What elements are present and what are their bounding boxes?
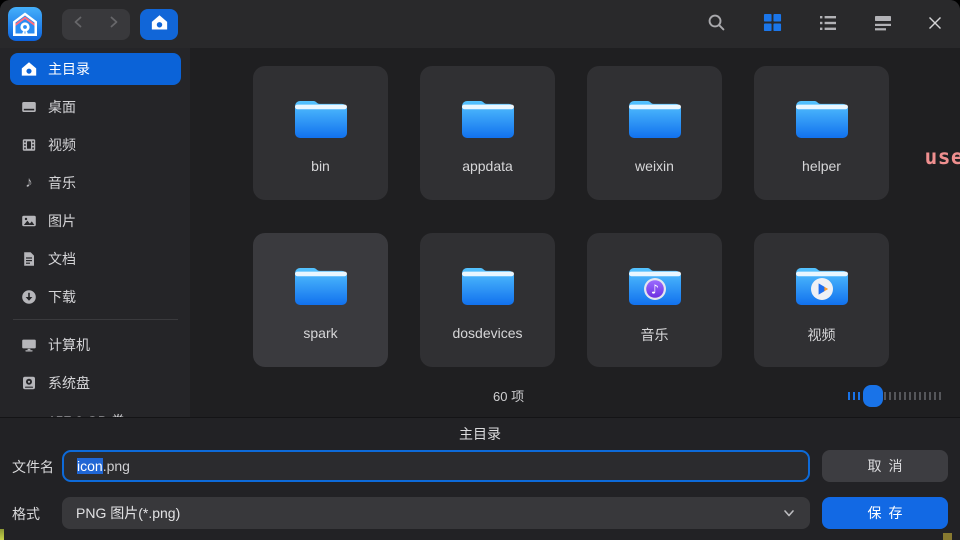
forward-button[interactable]	[96, 9, 130, 40]
folder-name: spark	[303, 325, 337, 341]
home-button[interactable]	[140, 9, 178, 40]
music-note-icon: ♪	[21, 175, 37, 191]
desktop-icon	[21, 99, 37, 115]
folder-name: dosdevices	[452, 325, 522, 341]
home-icon	[21, 61, 37, 77]
folder-name: appdata	[462, 158, 513, 174]
video-folder-icon	[793, 259, 851, 314]
sidebar-item-label: 系统盘	[48, 373, 90, 393]
watermark-text: use	[925, 145, 960, 169]
sidebar-item-label: 桌面	[48, 97, 76, 117]
sidebar-item-music[interactable]: ♪ 音乐	[10, 167, 181, 199]
filename-extension-text: .png	[103, 458, 130, 474]
format-label: 格式	[12, 504, 40, 524]
folder-icon	[459, 92, 517, 147]
search-icon	[706, 12, 727, 38]
sidebar-item-desktop[interactable]: 桌面	[10, 91, 181, 123]
file-save-dialog-window: 主目录 桌面 视频 ♪ 音乐 图片 文档 下载 计算机	[0, 0, 960, 540]
sidebar-item-label: 视频	[48, 135, 76, 155]
filename-selected-text: icon	[77, 458, 103, 474]
filename-input[interactable]: icon.png	[62, 450, 810, 482]
file-manager-logo-icon	[8, 28, 42, 41]
folder-icon	[292, 92, 350, 147]
folder-item-appdata[interactable]: appdata	[420, 66, 555, 200]
sidebar-item-videos[interactable]: 视频	[10, 129, 181, 161]
folder-icon	[459, 259, 517, 314]
folder-icon	[626, 92, 684, 147]
sidebar-item-downloads[interactable]: 下载	[10, 281, 181, 313]
sidebar-item-system-disk[interactable]: 系统盘	[10, 367, 181, 399]
folder-item-videos[interactable]: 视频	[754, 233, 889, 367]
folder-name: bin	[311, 158, 330, 174]
sidebar-separator	[13, 319, 178, 320]
grid-view-button[interactable]	[759, 12, 785, 38]
save-panel: 主目录 文件名 icon.png 取消 格式 PNG 图片(*.png) 保存	[0, 417, 960, 540]
folder-grid: bin appdata weixin helper spark dosdevic…	[253, 66, 889, 367]
sidebar-item-volume[interactable]: 157.0 GB 卷	[10, 405, 181, 417]
search-button[interactable]	[703, 12, 729, 38]
list-view-button[interactable]	[815, 12, 841, 38]
format-value: PNG 图片(*.png)	[76, 503, 180, 523]
folder-item-spark[interactable]: spark	[253, 233, 388, 367]
sidebar-item-label: 下载	[48, 287, 76, 307]
sidebar-item-home[interactable]: 主目录	[10, 53, 181, 85]
folder-item-weixin[interactable]: weixin	[587, 66, 722, 200]
file-browser-view[interactable]: bin appdata weixin helper spark dosdevic…	[190, 48, 960, 417]
chevron-right-icon	[105, 14, 121, 35]
picture-icon	[21, 213, 37, 229]
close-button[interactable]	[922, 12, 948, 38]
icon-size-slider[interactable]	[848, 385, 944, 407]
title-bar[interactable]	[0, 0, 960, 48]
wallpaper-artifact-right	[943, 533, 952, 540]
list-view-icon	[818, 13, 838, 38]
folder-icon	[793, 92, 851, 147]
folder-item-dosdevices[interactable]: dosdevices	[420, 233, 555, 367]
folder-item-bin[interactable]: bin	[253, 66, 388, 200]
cancel-button[interactable]: 取消	[822, 450, 948, 482]
folder-icon	[292, 259, 350, 314]
save-button[interactable]: 保存	[822, 497, 948, 529]
slider-track[interactable]	[884, 392, 942, 400]
sidebar: 主目录 桌面 视频 ♪ 音乐 图片 文档 下载 计算机	[0, 48, 190, 417]
document-icon	[21, 251, 37, 267]
chevron-left-icon	[71, 14, 87, 35]
music-folder-icon	[626, 259, 684, 314]
detail-view-button[interactable]	[870, 12, 896, 38]
sidebar-item-pictures[interactable]: 图片	[10, 205, 181, 237]
detail-view-icon	[873, 13, 893, 38]
computer-icon	[21, 337, 37, 353]
app-menu-button[interactable]	[8, 7, 42, 41]
videos-icon	[21, 137, 37, 153]
sidebar-item-label: 主目录	[48, 59, 90, 79]
home-icon	[151, 14, 168, 36]
chevron-down-icon	[782, 506, 796, 520]
sidebar-item-label: 文档	[48, 249, 76, 269]
slider-track-active[interactable]	[848, 392, 863, 400]
grid-view-icon	[763, 13, 782, 37]
folder-item-music[interactable]: 音乐	[587, 233, 722, 367]
folder-name: 音乐	[641, 325, 669, 345]
folder-name: weixin	[635, 158, 674, 174]
folder-name: helper	[802, 158, 841, 174]
folder-name: 视频	[808, 325, 836, 345]
close-icon	[926, 14, 944, 37]
format-dropdown[interactable]: PNG 图片(*.png)	[62, 497, 810, 529]
sidebar-item-label: 计算机	[48, 335, 90, 355]
folder-item-helper[interactable]: helper	[754, 66, 889, 200]
filename-label: 文件名	[12, 457, 54, 477]
disk-icon	[21, 375, 37, 391]
sidebar-item-documents[interactable]: 文档	[10, 243, 181, 275]
sidebar-item-label: 图片	[48, 211, 76, 231]
slider-thumb[interactable]	[863, 385, 883, 407]
sidebar-item-label: 音乐	[48, 173, 76, 193]
sidebar-item-computer[interactable]: 计算机	[10, 329, 181, 361]
wallpaper-artifact-left	[0, 529, 4, 540]
current-location-label: 主目录	[0, 424, 960, 444]
back-button[interactable]	[62, 9, 96, 40]
item-count-label: 60 项	[493, 386, 524, 405]
navigation-group	[62, 9, 130, 40]
download-icon	[21, 289, 37, 305]
